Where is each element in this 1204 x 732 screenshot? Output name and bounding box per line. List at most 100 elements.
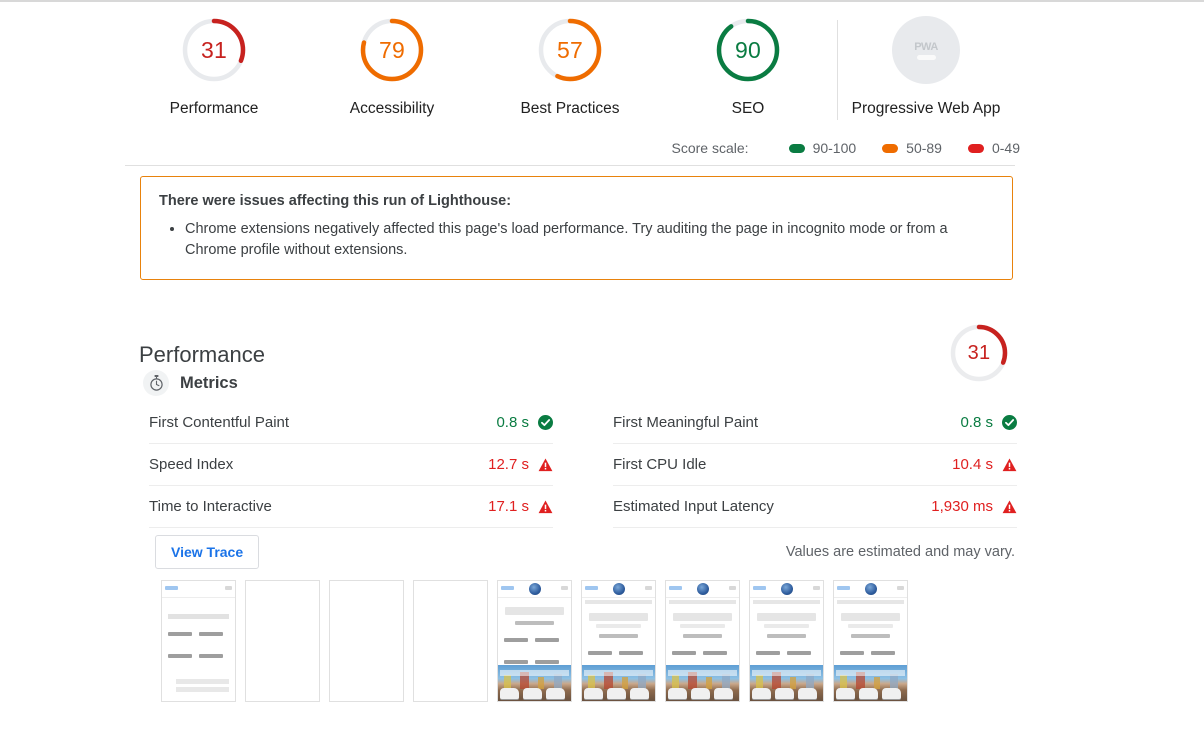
frame-blank [246,581,319,701]
fail-warning-icon [538,458,553,471]
metric-row[interactable]: Time to Interactive 17.1 s [149,486,553,528]
gauge-seo-label: SEO [731,100,765,117]
frame-hero-caption [851,634,890,638]
frame-heading-placeholder [168,614,229,619]
score-scale-average: 50-89 [882,140,942,156]
metric-value: 12.7 s [488,456,529,473]
frame-logo-icon [780,583,793,595]
metric-result: 1,930 ms [931,498,1017,515]
score-scale-legend: Score scale: 90-100 50-89 0-49 [672,140,1020,156]
frame-url-bar [753,586,766,590]
gauge-best-practices-dial: 57 [536,16,604,84]
run-warnings-box: There were issues affecting this run of … [140,176,1013,280]
frame-link [504,660,535,664]
frame-link [198,654,230,658]
section-score-value: 31 [967,341,991,364]
pwa-badge-icon: PWA [892,16,960,84]
frame-menu-icon [561,586,568,590]
metric-row[interactable]: First CPU Idle 10.4 s [613,444,1017,486]
frame-links [168,632,229,676]
gauge-progressive-web-app[interactable]: PWA Progressive Web App [837,16,1015,120]
metric-result: 0.8 s [496,414,553,431]
frame-link [168,654,199,658]
frame-topbar [666,581,739,598]
frame-topbar [162,581,235,598]
filmstrip-frame[interactable] [329,580,404,702]
metric-name: Estimated Input Latency [613,498,774,515]
pass-check-icon [1002,415,1017,430]
filmstrip-frame[interactable] [161,580,236,702]
metric-value: 0.8 s [960,414,993,431]
metric-name: First Contentful Paint [149,414,290,431]
filmstrip-frame[interactable] [413,580,488,702]
metric-name: First Meaningful Paint [613,414,759,431]
frame-menu-icon [729,586,736,590]
frame-menu-icon [645,586,652,590]
score-scale-good: 90-100 [788,140,857,156]
gauge-accessibility-label: Accessibility [349,100,435,117]
view-trace-button[interactable]: View Trace [155,535,260,569]
filmstrip-frame[interactable] [665,580,740,702]
metric-row[interactable]: Speed Index 12.7 s [149,444,553,486]
frame-hero-photo [834,665,907,701]
score-scale-good-range: 90-100 [812,140,857,156]
frame-link [870,651,902,655]
frame-menu-icon [897,586,904,590]
frame-topbar [750,581,823,598]
frame-url-bar [837,586,850,590]
frame-hero-photo [498,665,571,701]
filmstrip-frame[interactable] [581,580,656,702]
filmstrip-frame[interactable] [497,580,572,702]
frame-hero-caption [767,634,806,638]
frame-link [198,632,230,636]
metric-value: 17.1 s [488,498,529,515]
gauge-seo[interactable]: 90 SEO [659,16,837,118]
filmstrip-frame[interactable] [833,580,908,702]
metric-result: 17.1 s [488,498,553,515]
metric-name: Time to Interactive [149,498,272,515]
frame-cookie-notice [753,600,820,604]
frame-cookie-notice [585,600,652,604]
frame-menu-icon [813,586,820,590]
gauge-performance[interactable]: 31 Performance [125,16,303,118]
frame-link [672,651,703,655]
frame-cookie-notice [837,600,904,604]
frame-hero-subtitle [764,624,809,628]
fail-warning-icon [1002,500,1017,513]
section-title-performance: Performance [139,342,265,368]
gauge-pwa-label: Progressive Web App [851,100,1001,117]
frame-topbar [582,581,655,598]
score-scale-poor-range: 0-49 [991,140,1020,156]
stopwatch-icon [143,370,169,396]
filmstrip-frame[interactable] [245,580,320,702]
frame-link [840,651,871,655]
gauge-accessibility[interactable]: 79 Accessibility [303,16,481,118]
frame-blank [330,581,403,701]
metrics-column-right: First Meaningful Paint 0.8 s First CPU I… [613,402,1017,528]
frame-logo-icon [864,583,877,595]
frame-hero-title [673,613,732,621]
frame-link [756,651,787,655]
gauge-best-practices-label: Best Practices [520,100,620,117]
metric-row[interactable]: Estimated Input Latency 1,930 ms [613,486,1017,528]
frame-hero-photo [666,665,739,701]
metric-row[interactable]: First Meaningful Paint 0.8 s [613,402,1017,444]
fail-warning-icon [1002,458,1017,471]
frame-hero-title [757,613,816,621]
frame-text-placeholder [176,679,229,684]
frame-url-bar [165,586,178,590]
score-scale-label: Score scale: [671,140,749,156]
frame-hero-caption [683,634,722,638]
gauge-seo-dial: 90 [714,16,782,84]
filmstrip-frame[interactable] [749,580,824,702]
gauge-best-practices[interactable]: 57 Best Practices [481,16,659,118]
frame-link [534,660,566,664]
frame-hero-title [589,613,648,621]
frame-hero-title [841,613,900,621]
metric-row[interactable]: First Contentful Paint 0.8 s [149,402,553,444]
frame-link [618,651,650,655]
metric-value: 0.8 s [496,414,529,431]
frame-url-bar [501,586,514,590]
metric-name: First CPU Idle [613,456,707,473]
header-divider [125,165,1015,166]
